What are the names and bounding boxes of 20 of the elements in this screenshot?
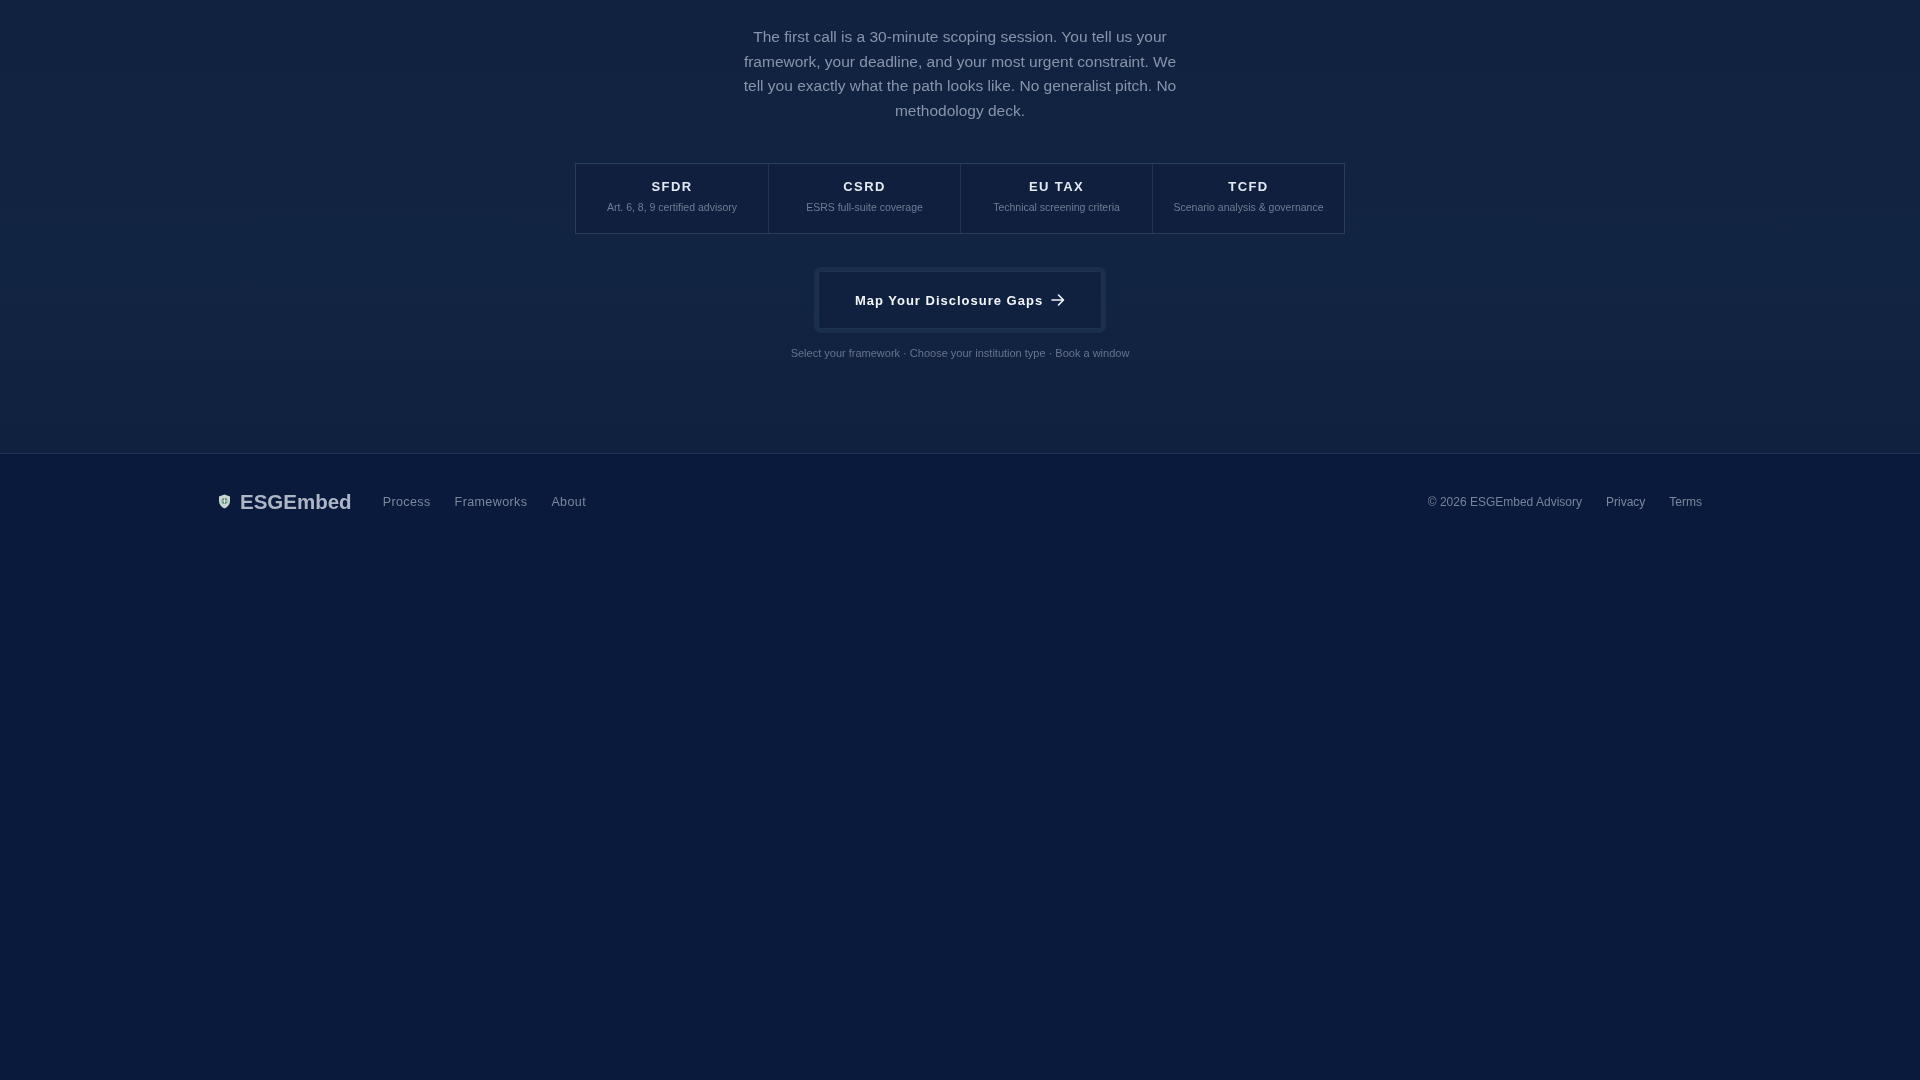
legal-link[interactable]: Privacy xyxy=(1606,494,1646,509)
shield-logo-icon xyxy=(218,494,231,509)
map-gaps-button[interactable]: Map Your Disclosure Gaps xyxy=(818,271,1102,329)
framework-description: Art. 6, 8, 9 certified advisory xyxy=(606,201,738,214)
framework-name: CSRD xyxy=(843,179,886,195)
steps-caption: Select your framework · Choose your institution type · Book a window xyxy=(790,346,1130,360)
footer-link[interactable]: About xyxy=(551,494,587,509)
intro-paragraph: The first call is a 30-minute scoping session. You tell us your framework, your deadline, and your most urgent constraint. We tell you exactly what the path looks like. No generalist pitch. No methodology deck. xyxy=(742,27,1178,121)
legal-link[interactable]: Terms xyxy=(1669,494,1702,509)
framework-description: Technical screening criteria xyxy=(993,201,1120,214)
framework-name: TCFD xyxy=(1228,179,1269,195)
framework-description: Scenario analysis & governance xyxy=(1173,201,1324,214)
framework-name: EU TAX xyxy=(1028,179,1085,195)
arrow-right-icon xyxy=(1051,293,1066,307)
brand-name[interactable]: ESGEmbed xyxy=(240,489,352,514)
framework-description: ESRS full-suite coverage xyxy=(806,201,923,214)
footer-link[interactable]: Process xyxy=(382,494,431,509)
framework-name: SFDR xyxy=(651,179,693,195)
copyright-text: © 2026 ESGEmbed Advisory xyxy=(1427,494,1582,509)
footer-link[interactable]: Frameworks xyxy=(454,494,528,509)
